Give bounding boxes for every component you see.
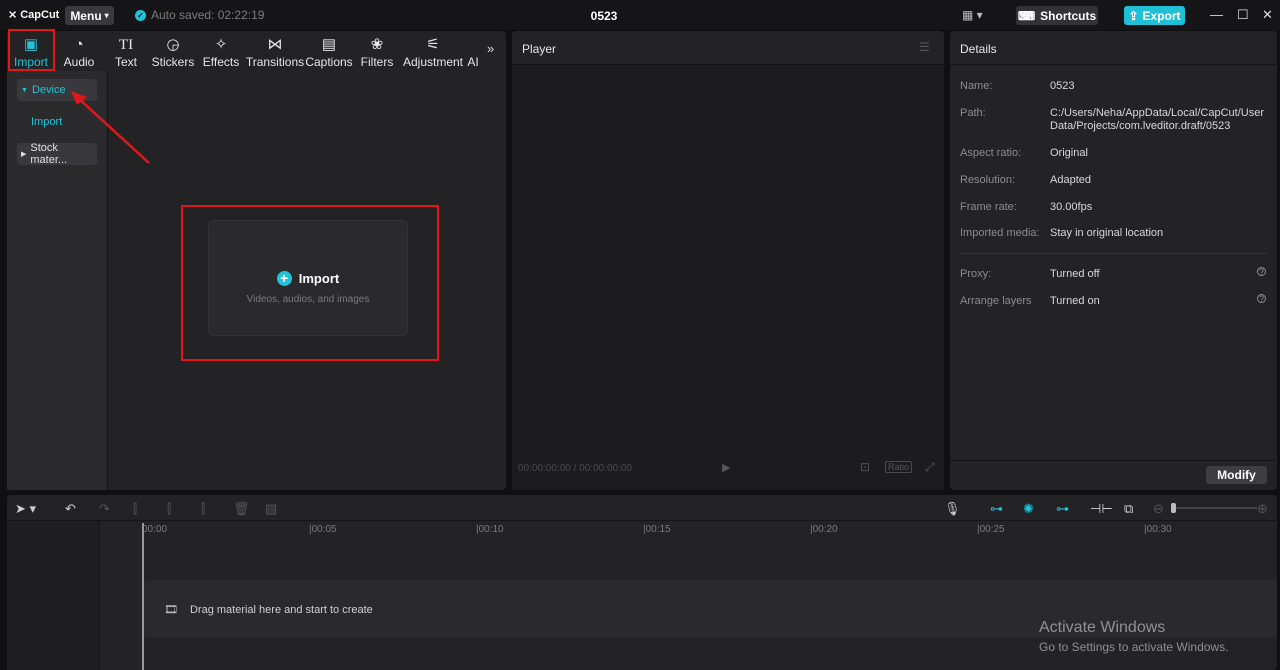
zoom-slider[interactable] — [1171, 507, 1257, 509]
ruler-label: |00:05 — [309, 524, 337, 535]
detail-value: 0523 — [1050, 80, 1075, 92]
close-icon[interactable]: ✕ — [1262, 7, 1273, 23]
sticker-icon: ◶ — [166, 36, 180, 53]
tab-stickers[interactable]: ◶ Stickers — [152, 33, 195, 70]
track-hint: Drag material here and start to create — [189, 603, 373, 616]
zoom-out-icon[interactable]: ⊖ — [1153, 501, 1164, 517]
detail-label: Arrange layers — [960, 295, 1032, 307]
ruler-label: 00:00 — [142, 524, 168, 535]
layout-icon[interactable]: ▦ ▾ — [962, 8, 983, 22]
caret-down-icon: ▼ — [21, 86, 28, 94]
timeline-toolbar: ➤ ▾ ↶ ↷ ⫿ ⫿ ⫿ 🗑 ▨ 🎙 ⊶ ✺ ⊶ ⊣⊢ ⧉ ⊖ ⊕ — [7, 495, 1277, 521]
tab-filters[interactable]: ❀ Filters — [361, 33, 394, 70]
fit-icon[interactable]: ⧉ — [1124, 501, 1133, 517]
ruler-label: |00:25 — [977, 524, 1005, 535]
help-icon[interactable]: ? — [1257, 267, 1266, 277]
split-icon[interactable]: ⫿ — [133, 501, 137, 517]
media-panel: ▣ Import ◔ Audio TI Text ◶ Stickers ✧ Effects… — [7, 29, 506, 490]
help-icon[interactable]: ? — [1257, 294, 1266, 304]
detail-label: Name: — [960, 80, 993, 92]
keyboard-icon: ⌨ — [1017, 8, 1036, 23]
detail-label: Resolution: — [960, 174, 1016, 186]
detail-label: Imported media: — [960, 227, 1040, 239]
adjustment-icon: ⚟ — [426, 36, 440, 53]
ruler-label: |00:30 — [1144, 524, 1172, 535]
filters-icon: ❀ — [370, 36, 384, 53]
player-timecode: 00:00:00:00 / 00:00:00:00 — [518, 463, 632, 474]
more-tabs-icon[interactable]: » — [487, 41, 494, 56]
fullscreen-crop-icon[interactable]: ⊡ — [860, 460, 870, 474]
annotation-box-import-card — [181, 205, 439, 361]
select-cursor-icon[interactable]: ➤ ▾ — [15, 501, 36, 517]
audio-icon: ◔ — [74, 36, 84, 53]
detail-value: C:/Users/Neha/AppData/Local/CapCut/User … — [1050, 107, 1264, 132]
detail-value: Turned off — [1050, 268, 1100, 280]
export-button[interactable]: ⇪ Export — [1124, 6, 1185, 25]
linkage-icon[interactable]: ⊶ — [1056, 501, 1069, 517]
upload-icon: ⇪ — [1128, 8, 1139, 23]
expand-icon[interactable]: ⤢ — [925, 460, 935, 475]
track-headers — [7, 521, 100, 670]
tab-audio[interactable]: ◔ Audio — [60, 33, 98, 70]
detail-label: Proxy: — [960, 268, 992, 280]
redo-icon[interactable]: ↷ — [99, 501, 110, 517]
detail-label: Path: — [960, 107, 986, 119]
split-left-icon[interactable]: ⫿ — [167, 501, 171, 517]
zoom-in-icon[interactable]: ⊕ — [1257, 501, 1268, 517]
minimize-icon[interactable]: — — [1210, 7, 1223, 22]
detail-value: Turned on — [1050, 295, 1100, 307]
tab-transitions[interactable]: ⋈ Transitions — [246, 33, 304, 70]
zoom-slider-handle[interactable] — [1171, 503, 1176, 513]
ruler-label: |00:15 — [643, 524, 671, 535]
detail-value: Original — [1050, 147, 1088, 159]
preview-axis-icon[interactable]: ⊣⊢ — [1090, 501, 1113, 517]
delete-icon[interactable]: 🗑 — [233, 501, 250, 517]
detail-value: Stay in original location — [1050, 227, 1164, 239]
shortcuts-button[interactable]: ⌨ Shortcuts — [1016, 6, 1098, 25]
captions-icon: ▤ — [321, 36, 337, 53]
detail-label: Frame rate: — [960, 201, 1017, 213]
image-icon[interactable]: ▨ — [265, 501, 277, 517]
tab-ai[interactable]: AI — [467, 33, 479, 69]
ruler-label: |00:20 — [810, 524, 838, 535]
effects-icon: ✧ — [214, 36, 228, 53]
player-title: Player — [522, 42, 557, 56]
tab-effects[interactable]: ✧ Effects — [203, 33, 239, 70]
microphone-icon[interactable]: 🎙 — [944, 501, 961, 517]
play-icon[interactable]: ▶ — [722, 461, 730, 474]
hamburger-icon[interactable]: ☰ — [919, 40, 930, 54]
detail-value: Adapted — [1050, 174, 1091, 186]
snap-icon[interactable]: ✺ — [1023, 501, 1034, 517]
details-panel: Details Name: 0523 Path: C:/Users/Neha/A… — [950, 31, 1277, 490]
maximize-icon[interactable]: ☐ — [1237, 7, 1249, 23]
title-bar: ⨯ CapCut Menu ▾ ✓ Auto saved: 02:22:19 0523… — [0, 0, 1280, 30]
film-icon: 🎞 — [164, 604, 178, 616]
divider — [950, 460, 1277, 461]
caret-right-icon: ▶ — [21, 151, 27, 158]
windows-activation-watermark: Activate Windows Go to Settings to activ… — [1039, 619, 1229, 654]
transitions-icon: ⋈ — [267, 36, 283, 53]
ruler-label: |00:10 — [476, 524, 504, 535]
split-right-icon[interactable]: ⫿ — [201, 501, 205, 517]
tab-captions[interactable]: ▤ Captions — [305, 33, 352, 70]
ratio-button[interactable]: Ratio — [885, 461, 913, 473]
annotation-arrow — [71, 91, 150, 164]
tab-adjustment[interactable]: ⚟ Adjustment — [403, 33, 463, 70]
divider — [960, 253, 1267, 254]
details-title: Details — [960, 42, 997, 56]
detail-label: Aspect ratio: — [960, 147, 1022, 159]
text-icon: TI — [118, 37, 134, 53]
annotation-box-import-tab — [8, 29, 55, 71]
player-panel: Player ☰ 00:00:00:00 / 00:00:00:00 ▶ ⊡ R… — [512, 31, 944, 490]
detail-value: 30.00fps — [1050, 201, 1093, 213]
player-viewport — [512, 64, 944, 490]
modify-button[interactable]: Modify — [1206, 466, 1267, 484]
divider — [950, 64, 1277, 65]
tab-text[interactable]: TI Text — [111, 33, 141, 69]
undo-icon[interactable]: ↶ — [65, 501, 76, 517]
magnet-link-icon[interactable]: ⊶ — [990, 501, 1003, 517]
